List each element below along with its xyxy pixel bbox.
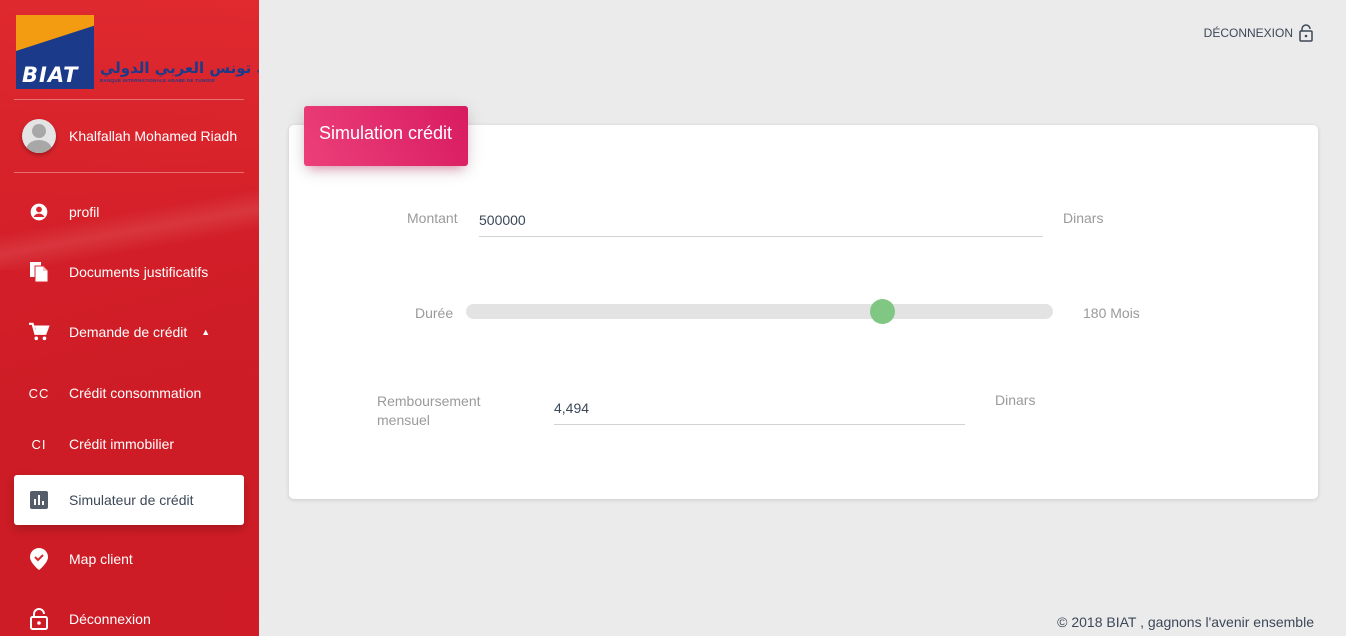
sidebar-item-label: Déconnexion: [69, 611, 151, 627]
sidebar-item-label: Crédit immobilier: [69, 436, 175, 452]
cc-abbreviation: CC: [28, 385, 50, 401]
sidebar-item-simulateur[interactable]: Simulateur de crédit: [14, 475, 244, 525]
remboursement-label: Remboursement mensuel: [377, 392, 481, 430]
duree-slider[interactable]: [466, 299, 1053, 324]
ci-abbreviation: CI: [31, 436, 47, 452]
duree-value: 180 Mois: [1083, 305, 1140, 321]
footer-copyright: © 2018 BIAT , gagnons l'avenir ensemble: [1057, 614, 1314, 630]
remboursement-unit: Dinars: [995, 392, 1036, 408]
sidebar-item-deconnexion[interactable]: Déconnexion: [14, 594, 244, 636]
sidebar-item-demande-credit[interactable]: Demande de crédit ▲: [14, 307, 244, 357]
divider: [14, 172, 244, 173]
divider: [14, 99, 244, 100]
remboursement-label-line1: Remboursement: [377, 393, 481, 409]
sidebar-item-label: Simulateur de crédit: [69, 492, 194, 508]
logout-button[interactable]: DÉCONNEXION: [1204, 24, 1313, 42]
user-profile[interactable]: Khalfallah Mohamed Riadh: [22, 118, 252, 154]
caret-up-icon[interactable]: ▲: [201, 327, 210, 337]
logo-subtitle: BANQUE INTERNATIONALE ARABE DE TUNISIE: [100, 78, 216, 83]
lock-open-icon: [14, 608, 64, 630]
logo-arabic: بنك تونس العربي الدولي: [100, 59, 259, 77]
documents-icon: [14, 261, 64, 283]
montant-input[interactable]: 500000: [479, 212, 1043, 237]
sidebar-item-label: profil: [69, 204, 100, 220]
sidebar-item-label: Map client: [69, 551, 133, 567]
lock-open-icon: [1299, 24, 1313, 42]
remboursement-output: 4,494: [554, 400, 965, 425]
sidebar-item-documents[interactable]: Documents justificatifs: [14, 247, 244, 297]
sidebar-item-credit-consommation[interactable]: CC Crédit consommation: [14, 368, 244, 418]
sidebar-item-label: Documents justificatifs: [69, 264, 209, 280]
logo-mark: BIAT: [16, 15, 94, 89]
cart-icon: [14, 322, 64, 342]
sidebar-item-map-client[interactable]: Map client: [14, 534, 244, 584]
montant-label: Montant: [407, 210, 458, 226]
sidebar-item-label: Demande de crédit: [69, 324, 188, 340]
bar-chart-icon: [14, 491, 64, 509]
remboursement-label-line2: mensuel: [377, 412, 430, 428]
user-name: Khalfallah Mohamed Riadh: [69, 128, 238, 144]
sidebar-item-profil[interactable]: profil: [14, 187, 244, 237]
montant-unit: Dinars: [1063, 210, 1104, 226]
card-title: Simulation crédit: [304, 106, 468, 166]
sidebar-item-credit-immobilier[interactable]: CI Crédit immobilier: [14, 419, 244, 469]
avatar: [22, 119, 56, 153]
sidebar: BIAT بنك تونس العربي الدولي BANQUE INTER…: [0, 0, 259, 636]
location-check-icon: [14, 548, 64, 570]
logout-label: DÉCONNEXION: [1203, 26, 1293, 40]
account-circle-icon: [14, 202, 64, 222]
biat-logo[interactable]: BIAT بنك تونس العربي الدولي BANQUE INTER…: [16, 15, 259, 89]
logo-text: BIAT: [22, 63, 79, 87]
sidebar-item-label: Crédit consommation: [69, 385, 202, 401]
duree-label: Durée: [415, 305, 454, 321]
